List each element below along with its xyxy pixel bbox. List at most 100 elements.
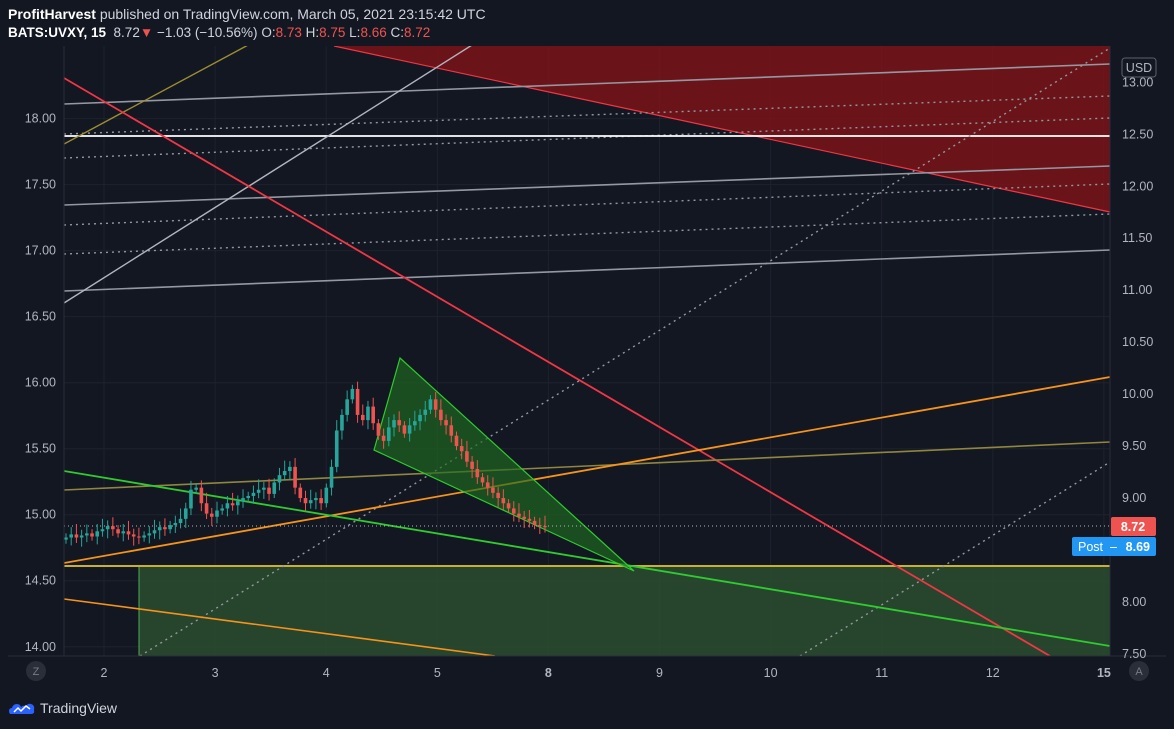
candle-body: [308, 500, 313, 504]
candle-body: [251, 492, 256, 496]
right-price-axis[interactable]: 7.508.008.509.009.5010.0010.5011.0011.50…: [1122, 75, 1153, 661]
price-chart[interactable]: 14.00 14.50 15.00 15.50 16.00 16.50 17.00 17.50…: [0, 0, 1174, 688]
time-axis-tick: 10: [764, 666, 778, 680]
candle-body: [64, 537, 68, 540]
left-axis-tick: 17.50: [25, 178, 56, 192]
candle-body: [241, 498, 245, 502]
post-label: Post: [1078, 540, 1104, 554]
candle-body: [407, 425, 412, 434]
post-dash: –: [1110, 540, 1117, 554]
candle-body: [147, 533, 152, 536]
candle-body: [537, 525, 542, 527]
time-axis[interactable]: 2 3 4 5 8 9 10 11 12 15: [101, 666, 1111, 680]
candle-body: [121, 531, 126, 534]
candle-body: [397, 420, 402, 426]
footer: TradingView: [0, 688, 1174, 729]
candle-body: [527, 518, 532, 521]
zoom-button-label: Z: [33, 666, 40, 678]
candle-body: [543, 526, 547, 528]
candle-body: [157, 527, 162, 531]
right-axis-tick: 7.50: [1122, 647, 1146, 661]
candle-body: [303, 498, 308, 504]
candle-body: [173, 522, 178, 526]
candle-body: [387, 427, 391, 441]
candle-body: [142, 535, 146, 538]
candle-body: [511, 508, 516, 514]
tradingview-brand: TradingView: [40, 700, 118, 716]
candle-body: [392, 420, 396, 428]
candle-body: [204, 503, 209, 514]
left-price-axis[interactable]: 14.00 14.50 15.00 15.50 16.00 16.50 17.00 17.50…: [25, 112, 56, 654]
candle-body: [449, 425, 454, 436]
candle-body: [199, 487, 204, 504]
left-axis-tick: 17.00: [25, 244, 56, 258]
candle-body: [444, 420, 448, 426]
left-axis-tick: 16.00: [25, 376, 56, 390]
candle-body: [496, 492, 500, 499]
candle-body: [293, 466, 297, 488]
candle-body: [423, 409, 428, 415]
candle-body: [439, 409, 443, 421]
candle-body: [475, 468, 480, 478]
support-zone-fill: [139, 566, 1110, 656]
candle-body: [272, 482, 277, 494]
candle-body: [355, 388, 360, 415]
candle-body: [277, 475, 282, 483]
right-axis-tick: 9.50: [1122, 439, 1146, 453]
candle-body: [324, 487, 329, 504]
candle-body: [522, 516, 526, 519]
candle-body: [454, 435, 459, 447]
time-axis-tick: 11: [875, 666, 888, 680]
left-axis-tick: 14.00: [25, 640, 56, 654]
candle-body: [79, 535, 84, 538]
candle-body: [433, 399, 438, 410]
candle-body: [532, 520, 537, 526]
candle-body: [470, 461, 474, 469]
candle-body: [100, 529, 105, 532]
candle-body: [69, 534, 74, 538]
candle-body: [418, 414, 422, 422]
time-axis-tick: 5: [434, 666, 441, 680]
candle-body: [220, 508, 224, 511]
left-axis-tick: 15.50: [25, 442, 56, 456]
candle-body: [209, 513, 214, 517]
time-axis-tick: 2: [101, 666, 108, 680]
candle-body: [236, 501, 240, 506]
candle-body: [465, 451, 469, 462]
right-axis-tick: 8.00: [1122, 595, 1146, 609]
candle-body: [371, 406, 375, 424]
right-axis-tick: 12.50: [1122, 127, 1153, 141]
candle-body: [105, 526, 110, 530]
time-axis-tick: 9: [656, 666, 663, 680]
currency-label: USD: [1126, 61, 1152, 75]
candle-body: [480, 477, 485, 483]
candle-body: [340, 414, 344, 431]
post-price: 8.69: [1126, 540, 1150, 554]
candle-body: [402, 425, 407, 434]
candle-body: [485, 482, 490, 488]
candle-body: [298, 487, 303, 499]
candle-body: [345, 399, 349, 415]
candle-body: [413, 421, 417, 426]
candle-body: [116, 529, 120, 534]
candle-body: [126, 531, 131, 535]
candle-body: [459, 446, 464, 452]
left-axis-tick: 14.50: [25, 574, 56, 588]
right-axis-tick: 9.00: [1122, 491, 1146, 505]
candle-body: [314, 498, 318, 501]
candle-body: [334, 430, 339, 467]
candle-body: [163, 527, 167, 530]
tradingview-cloud-icon: [9, 703, 35, 714]
candle-body: [246, 495, 251, 499]
candle-body: [95, 531, 100, 537]
time-axis-tick: 15: [1097, 666, 1111, 680]
candle-body: [376, 423, 381, 436]
tradingview-logo[interactable]: TradingView: [8, 700, 117, 716]
candle-body: [262, 487, 266, 490]
candle-body: [137, 536, 141, 538]
candle-body: [267, 487, 271, 494]
candle-body: [428, 399, 433, 410]
candle-body: [168, 525, 172, 530]
right-axis-tick: 10.00: [1122, 387, 1153, 401]
candle-body: [319, 498, 323, 504]
